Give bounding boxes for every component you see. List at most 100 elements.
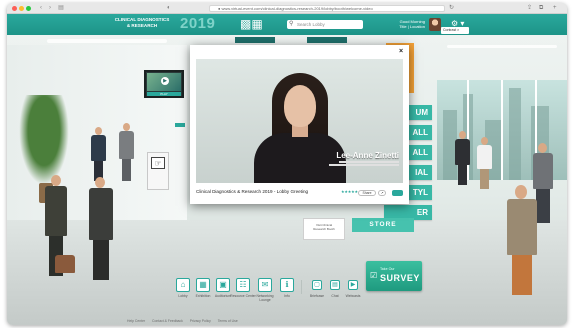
contrast-toggle[interactable]: Contrast ◐ bbox=[441, 27, 469, 34]
minimize-window-button[interactable] bbox=[19, 6, 24, 11]
video-player[interactable]: Lee-Anne Zinetti bbox=[196, 59, 403, 183]
figure-head bbox=[123, 123, 130, 131]
figure-head bbox=[95, 127, 102, 135]
nav-auditorium[interactable]: ▣ Auditorium bbox=[213, 274, 233, 304]
auditorium-icon: ▣ bbox=[216, 278, 230, 292]
search-placeholder: Search Lobby bbox=[297, 22, 325, 27]
back-arrow-icon[interactable]: ‹ bbox=[37, 5, 45, 12]
info-kiosk[interactable]: ☞ bbox=[147, 152, 169, 190]
survey-tagline: Take Our bbox=[380, 267, 395, 271]
close-icon[interactable]: × bbox=[397, 48, 405, 56]
maximize-window-button[interactable] bbox=[26, 6, 31, 11]
new-tab-icon[interactable]: + bbox=[553, 5, 557, 12]
speaker-caption bbox=[324, 161, 399, 167]
figure-body bbox=[89, 188, 113, 240]
bottom-navigation: ⌂ Lobby ▦ Exhibition ▣ Auditorium ☷ Reso… bbox=[167, 274, 367, 308]
survey-label: SURVEY bbox=[380, 273, 420, 283]
forward-arrow-icon[interactable]: › bbox=[46, 5, 54, 12]
address-bar[interactable]: ● www.virtual-event.com/clinical-diagnos… bbox=[209, 5, 445, 12]
rating-stars[interactable]: ★★★★★ bbox=[341, 188, 358, 196]
external-link-icon[interactable]: ↗ bbox=[378, 190, 386, 196]
user-greeting: Good Morning Title | Location bbox=[385, 19, 425, 29]
footer-link-terms[interactable]: Terms of Use bbox=[218, 319, 238, 323]
event-brand[interactable]: CLINICAL DIAGNOSTICS & RESEARCH bbox=[111, 17, 173, 28]
nav-chat[interactable]: ▤ Chat bbox=[325, 274, 345, 304]
footer-links: Help Center Contact & Feedback Privacy P… bbox=[127, 318, 307, 324]
figure-body bbox=[119, 131, 134, 159]
share-button[interactable]: Share bbox=[358, 190, 376, 196]
window-frame bbox=[467, 80, 469, 180]
city-tower bbox=[509, 88, 521, 180]
play-icon[interactable]: ▶ bbox=[161, 77, 169, 85]
video-modal: × Lee-Anne Zinetti Clinical Diagnostics … bbox=[190, 45, 409, 204]
share-icon[interactable]: ⇪ bbox=[527, 5, 532, 12]
resource-icon: ☷ bbox=[236, 278, 250, 292]
download-button[interactable] bbox=[392, 190, 403, 196]
user-title-line: Title | Location bbox=[399, 24, 425, 29]
brand-line-1: CLINICAL DIAGNOSTICS bbox=[114, 17, 170, 22]
tv-label: PLAY bbox=[147, 92, 181, 96]
figure-head bbox=[95, 177, 105, 188]
figure-legs bbox=[93, 240, 109, 280]
caption-line bbox=[329, 164, 399, 166]
info-card-line: Research Booth bbox=[313, 227, 335, 231]
footer-link-help[interactable]: Help Center bbox=[127, 319, 145, 323]
message-icon: ▤ bbox=[330, 280, 340, 290]
search-icon: ⚲ bbox=[289, 21, 294, 27]
browser-window: ‹ › ▤ ◐ ● www.virtual-event.com/clinical… bbox=[7, 3, 567, 325]
window-frame bbox=[501, 80, 503, 180]
close-window-button[interactable] bbox=[12, 6, 17, 11]
nav-briefcase[interactable]: ▢ Briefcase bbox=[307, 274, 327, 304]
lobby-video-screen[interactable]: ▶ PLAY bbox=[144, 70, 184, 98]
nav-label: Info bbox=[284, 294, 290, 298]
nav-resource-center[interactable]: ☷ Resource Center bbox=[230, 274, 256, 304]
figure-body bbox=[477, 145, 492, 169]
chat-icon: ✉ bbox=[258, 278, 272, 292]
speaker-face bbox=[284, 85, 316, 127]
nav-label: Webcasts bbox=[345, 294, 361, 298]
survey-checklist-icon: ☑ bbox=[370, 271, 378, 280]
plant-foliage bbox=[19, 95, 69, 185]
booth-info-card[interactable]: Visit Clinical Research Booth bbox=[303, 218, 345, 240]
figure-legs bbox=[122, 159, 131, 181]
wall-accent bbox=[175, 123, 185, 127]
city-skyline-icon: ▩▦ bbox=[240, 17, 263, 31]
home-icon: ⌂ bbox=[176, 278, 190, 292]
brand-line-2: & RESEARCH bbox=[126, 22, 158, 28]
nav-info[interactable]: ℹ Info bbox=[277, 274, 297, 304]
webcast-icon: ▶ bbox=[348, 280, 358, 290]
hand-pointer-icon: ☞ bbox=[151, 157, 165, 169]
ceiling-light bbox=[447, 45, 557, 48]
nav-lobby[interactable]: ⌂ Lobby bbox=[173, 274, 193, 304]
footer-link-contact[interactable]: Contact & Feedback bbox=[152, 319, 183, 323]
briefcase-icon: ▢ bbox=[312, 280, 322, 290]
figure-body bbox=[455, 139, 470, 165]
tabs-icon[interactable]: ⧉ bbox=[539, 5, 543, 12]
handbag bbox=[55, 255, 75, 273]
nav-networking[interactable]: ✉ Networking Lounge bbox=[255, 274, 275, 304]
info-icon: ℹ bbox=[280, 278, 294, 292]
search-input[interactable]: ⚲ Search Lobby bbox=[287, 20, 363, 29]
figure-legs bbox=[512, 255, 532, 295]
figure-body bbox=[507, 199, 537, 255]
figure-body bbox=[45, 186, 67, 236]
exhibit-icon: ▦ bbox=[196, 278, 210, 292]
brand-year: 2019 bbox=[180, 15, 216, 32]
figure-head bbox=[515, 185, 527, 199]
lobby-sign-left bbox=[235, 37, 275, 43]
figure-head bbox=[538, 143, 547, 153]
survey-button[interactable]: ☑ Take Our SURVEY bbox=[366, 261, 422, 291]
sidebar-toggle-icon[interactable]: ▤ bbox=[57, 5, 65, 12]
nav-exhibition[interactable]: ▦ Exhibition bbox=[193, 274, 213, 304]
avatar[interactable] bbox=[429, 18, 441, 31]
lobby-sign-right bbox=[307, 37, 347, 43]
figure-legs bbox=[536, 189, 550, 223]
footer-link-privacy[interactable]: Privacy Policy bbox=[190, 319, 211, 323]
figure-legs bbox=[458, 165, 467, 185]
nav-webcasts[interactable]: ▶ Webcasts bbox=[343, 274, 363, 304]
figure-head bbox=[51, 175, 61, 186]
store-button[interactable]: STORE bbox=[352, 218, 414, 232]
privacy-shield-icon[interactable]: ◐ bbox=[167, 5, 171, 12]
reload-icon[interactable]: ↻ bbox=[449, 5, 454, 12]
figure-body bbox=[91, 135, 106, 161]
